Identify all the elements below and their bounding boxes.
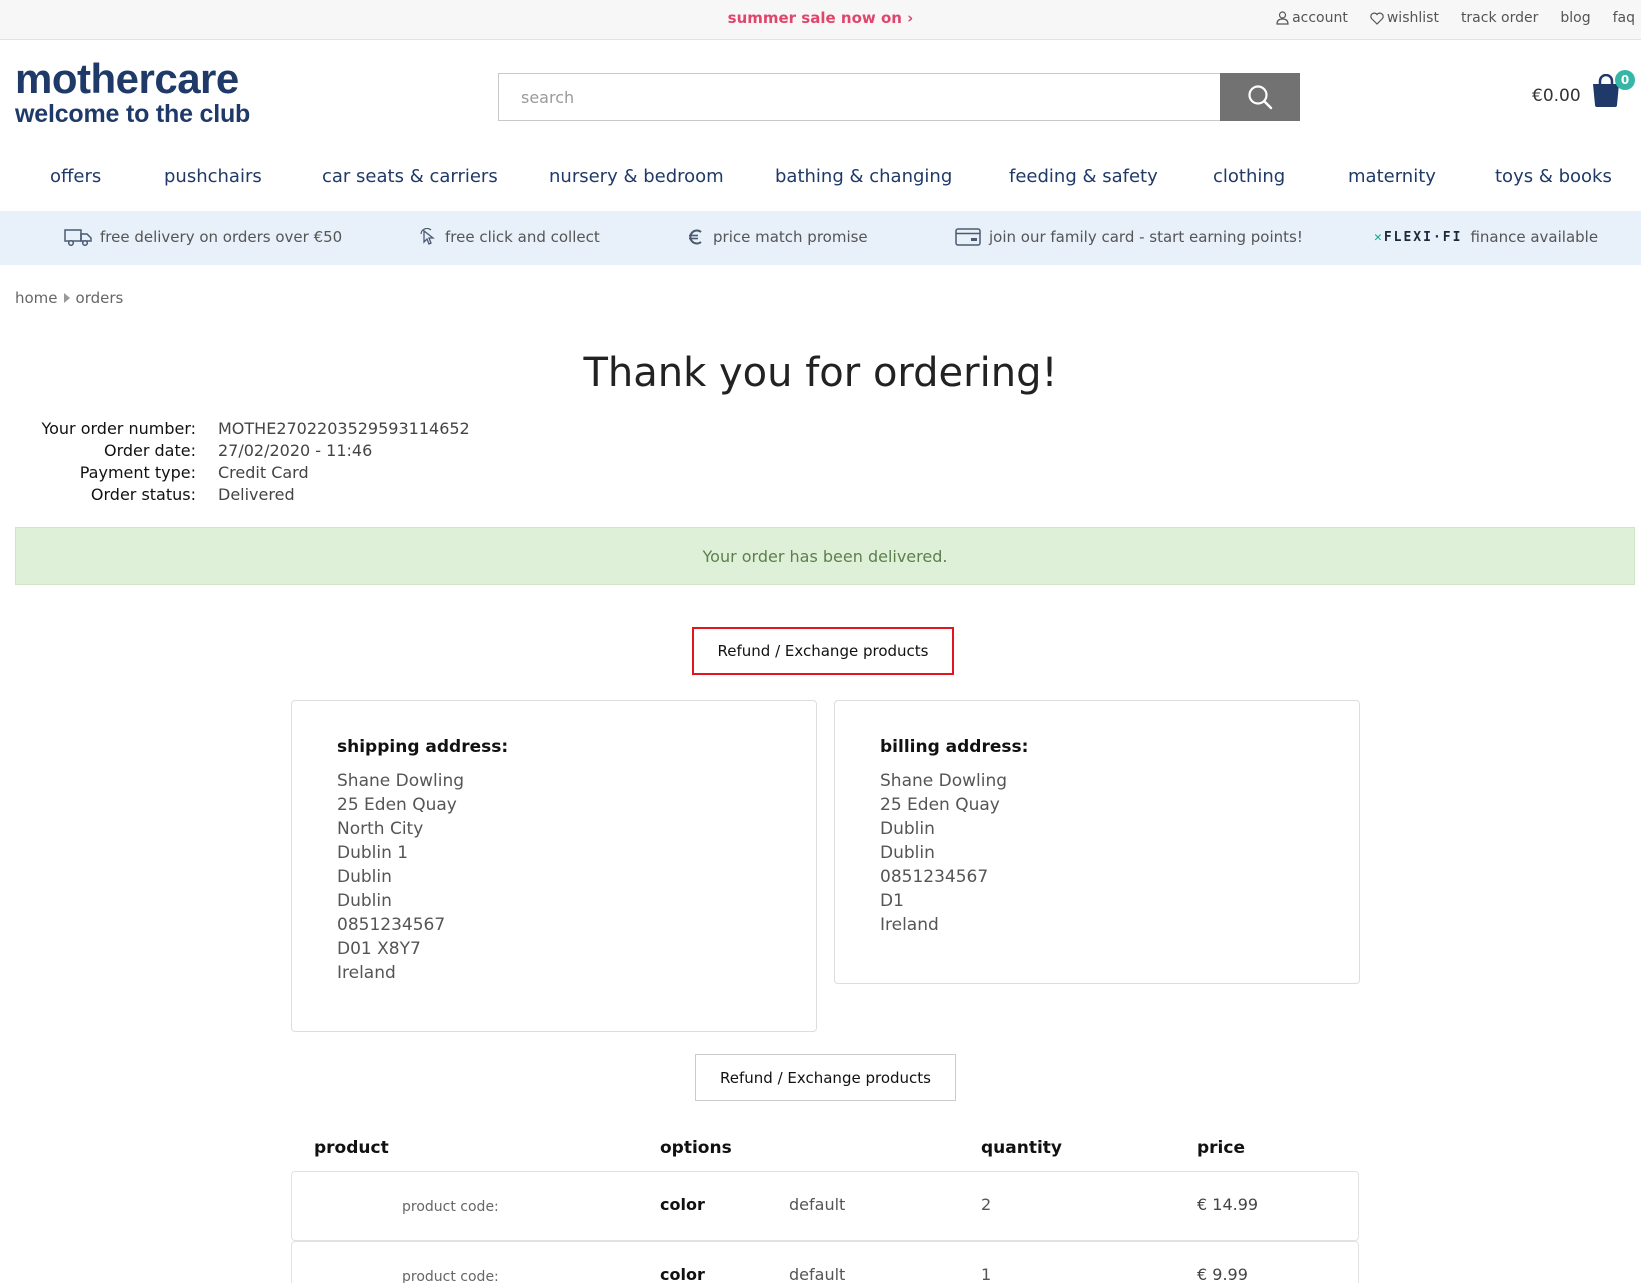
billing-line: D1	[880, 891, 904, 911]
price-value: € 14.99	[1197, 1195, 1259, 1214]
usp-family-card-label: join our family card - start earning poi…	[989, 228, 1303, 246]
billing-line: Shane Dowling	[880, 771, 1008, 791]
usp-bar: free delivery on orders over €50 free cl…	[0, 211, 1641, 265]
card-icon	[955, 228, 981, 246]
shipping-line: North City	[337, 819, 424, 839]
nav-nursery[interactable]: nursery & bedroom	[549, 166, 724, 187]
top-links: account wishlist track order blog faq	[1276, 10, 1635, 26]
mothercare-logo[interactable]: mothercare welcome to the club	[15, 55, 251, 129]
euro-icon	[689, 229, 702, 245]
order-meta-values: MOTHE27022035295931146​52 27/02/2020 - 1…	[218, 418, 470, 506]
billing-line: 0851234567	[880, 867, 989, 887]
shipping-address-title: shipping address:	[337, 737, 509, 757]
usp-family-card[interactable]: join our family card - start earning poi…	[955, 228, 1303, 246]
shipping-line: Dublin	[337, 891, 392, 911]
billing-line: 25 Eden Quay	[880, 795, 1000, 815]
cart-count-badge: 0	[1615, 70, 1635, 90]
shipping-line: Ireland	[337, 963, 396, 983]
order-number-label: Your order number:	[41, 419, 196, 438]
wishlist-link[interactable]: wishlist	[1370, 10, 1439, 26]
nav-clothing[interactable]: clothing	[1213, 166, 1285, 187]
logo-wordmark: mothercare	[15, 55, 239, 102]
nav-pushchairs[interactable]: pushchairs	[164, 166, 262, 187]
usp-delivery-label: free delivery on orders over €50	[100, 228, 343, 246]
shipping-line: Shane Dowling	[337, 771, 465, 791]
price-value: € 9.99	[1197, 1265, 1248, 1283]
refund-exchange-button-highlighted[interactable]: Refund / Exchange products	[692, 627, 954, 675]
shipping-address-card: shipping address: Shane Dowling 25 Eden …	[291, 700, 817, 1032]
cart-total[interactable]: €0.00	[1532, 86, 1581, 106]
refund-exchange-button[interactable]: Refund / Exchange products	[695, 1054, 956, 1101]
quantity-value: 2	[981, 1195, 992, 1214]
order-date-value: 27/02/2020 - 11:46	[218, 441, 373, 460]
account-label: account	[1292, 10, 1348, 26]
billing-line: Dublin	[880, 819, 935, 839]
shipping-line: 0851234567	[337, 915, 446, 935]
shipping-line: Dublin	[337, 867, 392, 887]
top-bar: summer sale now on › account wishlist tr…	[0, 0, 1641, 40]
nav-offers[interactable]: offers	[50, 166, 101, 187]
usp-price-match[interactable]: price match promise	[687, 228, 868, 246]
table-row: product code: color default 2 € 14.99	[291, 1171, 1359, 1241]
breadcrumb-home[interactable]: home	[15, 289, 58, 307]
click-pointer-icon	[420, 228, 435, 245]
quantity-value: 1	[981, 1265, 992, 1283]
track-order-link[interactable]: track order	[1461, 10, 1538, 26]
user-icon	[1276, 11, 1289, 25]
account-link[interactable]: account	[1276, 10, 1348, 26]
logo-tagline: welcome to the club	[15, 100, 251, 128]
option-key: color	[660, 1195, 705, 1214]
billing-line: Dublin	[880, 843, 935, 863]
col-header-quantity: quantity	[981, 1138, 1063, 1158]
product-code-label: product code:	[402, 1269, 499, 1283]
col-header-price: price	[1197, 1138, 1245, 1158]
billing-address-card: billing address: Shane Dowling 25 Eden Q…	[834, 700, 1360, 984]
payment-type-label: Payment type:	[79, 463, 196, 482]
payment-type-value: Credit Card	[218, 463, 309, 482]
shipping-line: D01 X8Y7	[337, 939, 421, 959]
nav-car-seats[interactable]: car seats & carriers	[322, 166, 498, 187]
usp-flexifi-label: finance available	[1470, 228, 1599, 246]
caret-right-icon	[63, 293, 70, 303]
shipping-line: 25 Eden Quay	[337, 795, 457, 815]
delivered-alert: Your order has been delivered.	[15, 527, 1635, 585]
usp-price-match-label: price match promise	[713, 228, 868, 246]
order-date-label: Order date:	[103, 441, 196, 460]
search-input[interactable]	[498, 73, 1220, 121]
order-status-label: Order status:	[90, 485, 196, 504]
wishlist-label: wishlist	[1386, 10, 1439, 26]
heart-icon	[1370, 12, 1384, 25]
flexifi-x-icon: ✕	[1374, 229, 1384, 245]
nav-feeding[interactable]: feeding & safety	[1009, 166, 1158, 187]
option-key: color	[660, 1265, 705, 1283]
faq-link[interactable]: faq	[1613, 10, 1635, 26]
col-header-options: options	[660, 1138, 732, 1158]
blog-link[interactable]: blog	[1560, 10, 1590, 26]
search-icon	[1248, 85, 1273, 110]
nav-bathing[interactable]: bathing & changing	[775, 166, 952, 187]
breadcrumb-orders[interactable]: orders	[76, 289, 124, 307]
page-title: Thank you for ordering!	[583, 350, 1058, 396]
usp-click-collect[interactable]: free click and collect	[419, 228, 600, 246]
flexifi-logo: ✕FLEXI·FI	[1374, 229, 1463, 245]
nav-toys-books[interactable]: toys & books	[1495, 166, 1612, 187]
table-row: product code: color default 1 € 9.99	[291, 1241, 1359, 1283]
col-header-product: product	[314, 1138, 389, 1158]
usp-click-collect-label: free click and collect	[445, 228, 600, 246]
option-value: default	[789, 1195, 846, 1214]
order-status-value: Delivered	[218, 485, 295, 504]
usp-flexifi[interactable]: ✕FLEXI·FI finance available	[1374, 228, 1598, 246]
billing-address-title: billing address:	[880, 737, 1029, 757]
search-button[interactable]	[1220, 73, 1300, 121]
order-meta-labels: Your order number: Order date: Payment t…	[20, 418, 196, 506]
nav-maternity[interactable]: maternity	[1348, 166, 1436, 187]
shipping-line: Dublin 1	[337, 843, 409, 863]
order-number-value: MOTHE27022035295931146​52	[218, 419, 470, 438]
billing-line: Ireland	[880, 915, 939, 935]
breadcrumb: home orders	[15, 289, 123, 307]
option-value: default	[789, 1265, 846, 1283]
usp-delivery[interactable]: free delivery on orders over €50	[64, 228, 342, 246]
product-code-label: product code:	[402, 1199, 499, 1215]
delivery-truck-icon	[64, 229, 92, 246]
